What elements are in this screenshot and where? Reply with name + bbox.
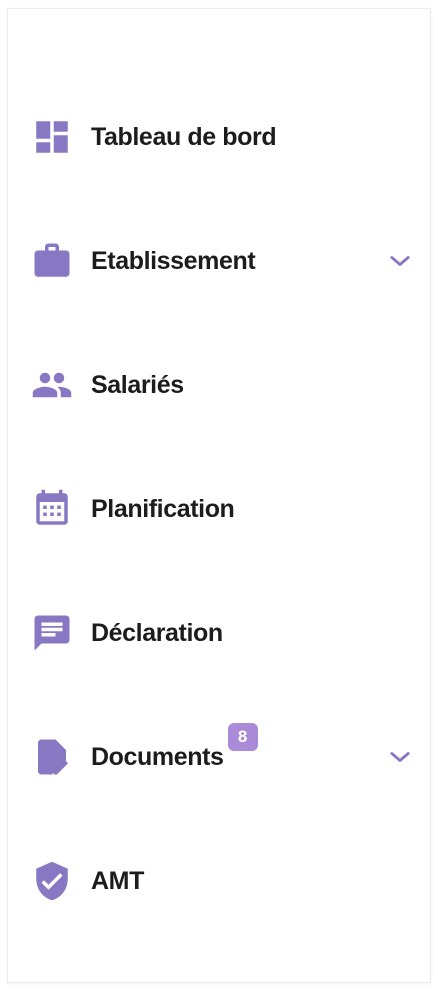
sidebar-item-label: Déclaration (91, 618, 223, 647)
sidebar-item-label: Salariés (91, 370, 184, 399)
sidebar-item-label: Planification (91, 494, 235, 523)
sidebar-item-label: Documents (91, 742, 224, 771)
sidebar: Tableau de bord Etablissement Salariés P… (7, 8, 431, 983)
notification-badge: 8 (227, 722, 258, 751)
chevron-down-icon[interactable] (386, 743, 414, 771)
sidebar-item-label: Tableau de bord (91, 122, 277, 151)
sidebar-item-declaration[interactable]: Déclaration (8, 571, 430, 695)
sidebar-item-label: Etablissement (91, 246, 256, 275)
sidebar-nav: Tableau de bord Etablissement Salariés P… (8, 75, 430, 943)
briefcase-icon (31, 240, 73, 282)
people-icon (31, 364, 73, 406)
sidebar-item-etablissement[interactable]: Etablissement (8, 199, 430, 323)
chevron-down-icon[interactable] (386, 247, 414, 275)
sidebar-item-salaries[interactable]: Salariés (8, 323, 430, 447)
sidebar-item-tableau-de-bord[interactable]: Tableau de bord (8, 75, 430, 199)
shield-check-icon (31, 860, 73, 902)
chat-icon (31, 612, 73, 654)
sidebar-item-planification[interactable]: Planification (8, 447, 430, 571)
sidebar-item-label: AMT (91, 866, 144, 895)
document-edit-icon (31, 736, 73, 778)
documents-label-wrap: Documents 8 (73, 722, 258, 772)
calendar-icon (31, 488, 73, 530)
sidebar-item-documents[interactable]: Documents 8 (8, 695, 430, 819)
sidebar-item-amt[interactable]: AMT (8, 819, 430, 943)
dashboard-icon (31, 116, 73, 158)
